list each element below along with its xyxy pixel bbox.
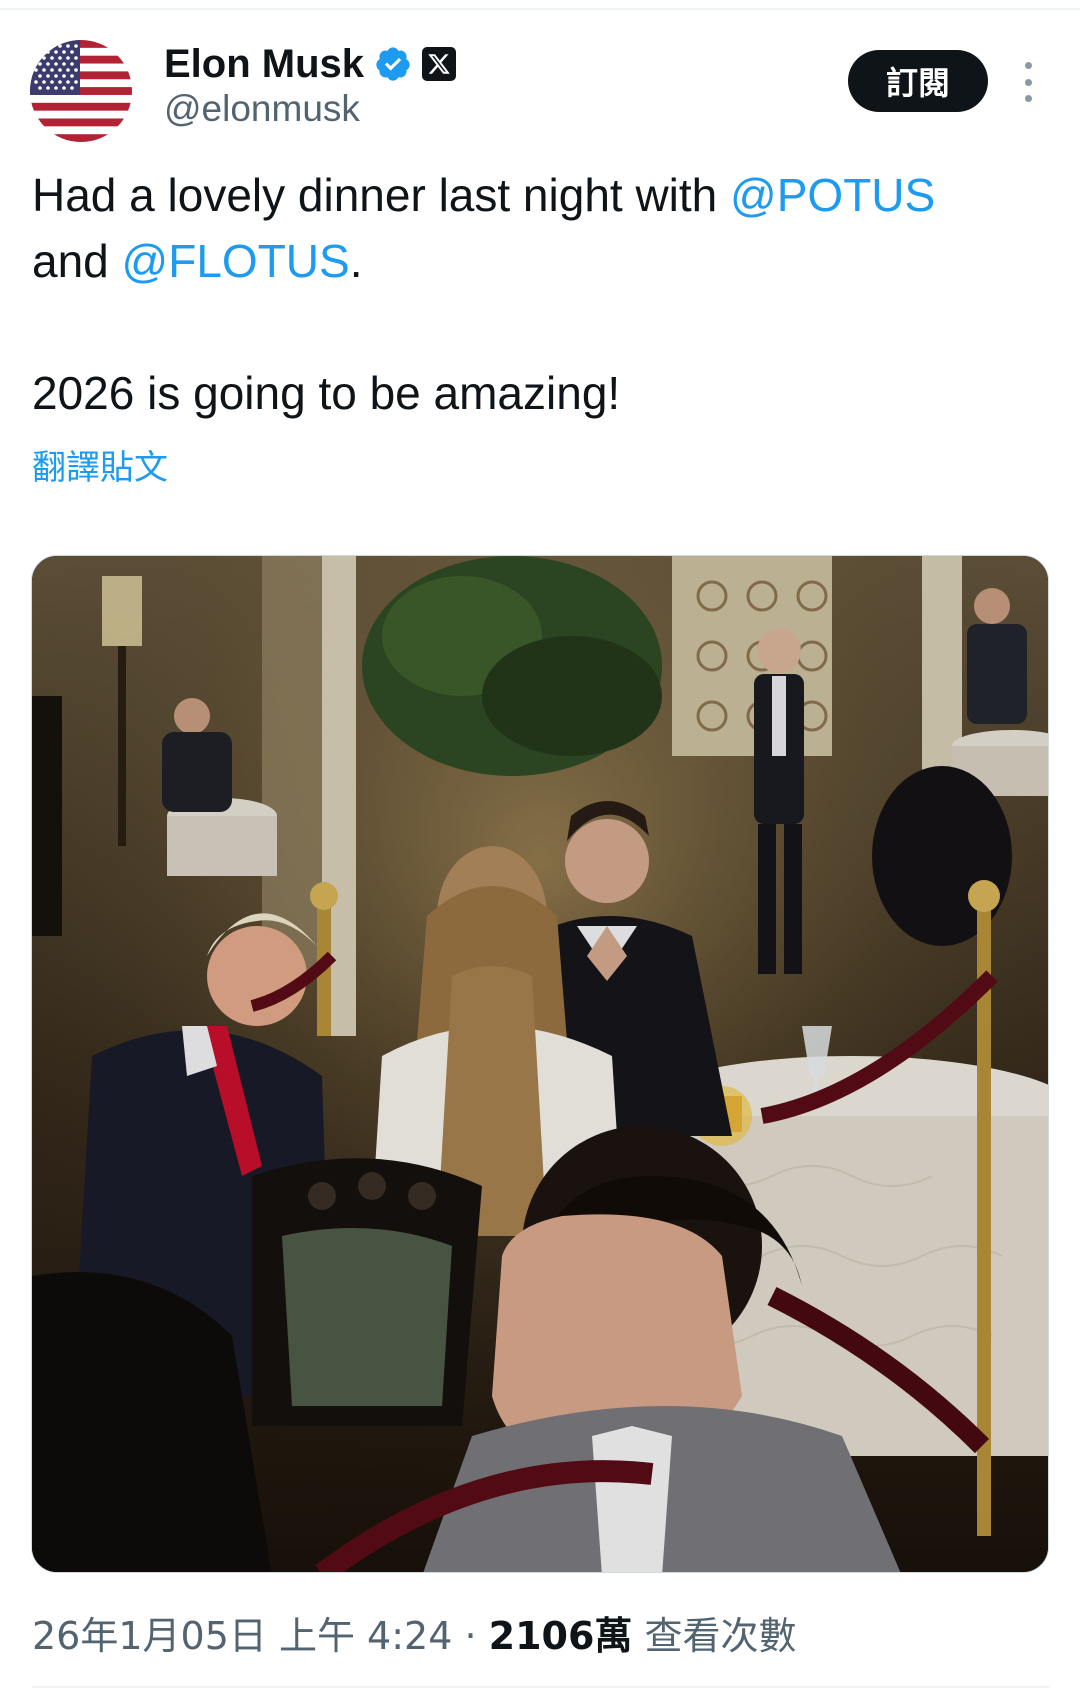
us-flag-avatar-icon [30, 40, 132, 142]
more-dot [1024, 78, 1032, 86]
tweet-line-3: 2026 is going to be amazing! [32, 367, 621, 419]
tweet-text-segment: and [32, 235, 122, 287]
author-name-row: Elon Musk [164, 36, 457, 92]
tweet-line-2: and @FLOTUS. [32, 228, 1042, 294]
x-logo-glyph-icon [428, 54, 450, 74]
verified-badge-icon[interactable] [374, 45, 412, 83]
more-dot [1024, 95, 1032, 102]
divider [32, 1686, 1050, 1688]
subscribe-button[interactable]: 訂閱 [848, 50, 988, 112]
tweet-timestamp[interactable]: 26年1月05日 上午 4:24 [32, 1605, 452, 1660]
more-vertical-icon[interactable] [1018, 62, 1038, 102]
tweet-view: Elon Musk @elonmusk 訂閱 Had a lovely dinn… [0, 0, 1080, 1691]
author-handle[interactable]: @elonmusk [164, 88, 360, 130]
views-label: 查看次數 [632, 1614, 797, 1658]
photo-image [32, 556, 1048, 1572]
author-display-name[interactable]: Elon Musk [164, 42, 364, 87]
tweet-text: Had a lovely dinner last night with @POT… [32, 162, 1042, 426]
more-dot [1024, 62, 1032, 69]
tweet-text-segment: . [349, 235, 363, 287]
mention-potus-link[interactable]: @POTUS [730, 169, 935, 221]
tweet-text-segment: Had a lovely dinner last night with [32, 169, 731, 221]
meta-separator: · [452, 1614, 489, 1658]
divider [0, 8, 1080, 10]
tweet-line-1: Had a lovely dinner last night with @POT… [32, 162, 1042, 228]
avatar[interactable] [30, 40, 132, 142]
translate-post-link[interactable]: 翻譯貼文 [32, 440, 168, 489]
views-count: 2106萬 [488, 1614, 633, 1658]
mention-flotus-link[interactable]: @FLOTUS [122, 235, 350, 287]
x-logo-icon[interactable] [422, 47, 457, 81]
tweet-meta: 26年1月05日 上午 4:24 · 2106萬 查看次數 [32, 1605, 797, 1660]
tweet-photo[interactable] [31, 555, 1049, 1573]
